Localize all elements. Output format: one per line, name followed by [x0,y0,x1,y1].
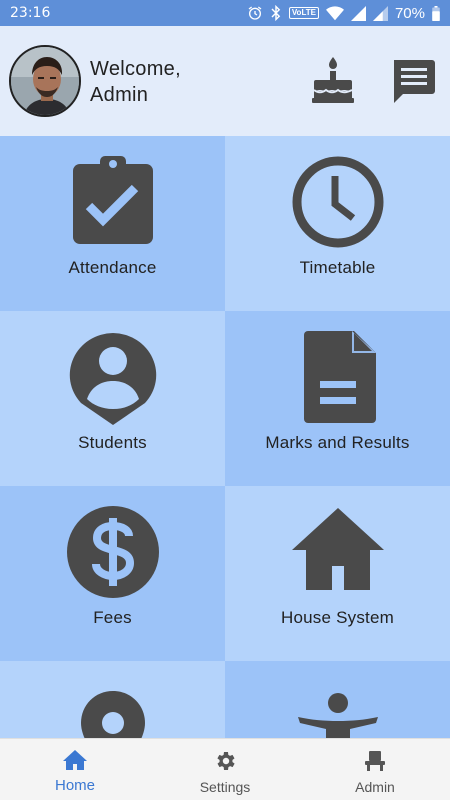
tile-label: Marks and Results [265,433,410,452]
nav-admin[interactable]: Admin [300,739,450,800]
tile-students[interactable]: Students [0,311,225,486]
nav-label: Settings [199,779,251,795]
header: Welcome, Admin [0,26,450,136]
nav-label: Home [54,777,95,794]
clock-icon [292,156,383,248]
welcome-text: Welcome, Admin [90,56,181,108]
welcome-username: Admin [90,84,149,106]
welcome-greeting: Welcome, [90,58,181,80]
tile-attendance[interactable]: Attendance [0,136,225,311]
signal-icon-2 [372,5,388,21]
account-pin-icon [69,333,156,425]
alarm-icon [248,6,262,20]
status-bar: 23:16 VoLTE 70% [0,0,450,26]
home-icon [291,508,384,590]
wifi-icon [325,5,344,20]
birthday-cake-icon [312,57,354,103]
bluetooth-icon [271,5,281,21]
message-icon [394,60,435,103]
tile-label: Timetable [299,258,376,277]
admin-chair-icon [365,751,385,771]
clipboard-check-icon [72,156,153,244]
avatar[interactable] [9,45,81,117]
status-time: 23:16 [10,5,51,21]
tile-label: Students [78,433,147,452]
module-grid: Attendance Timetable Students Marks and … [0,136,450,800]
tile-fees[interactable]: Fees [0,486,225,661]
signal-icon [350,5,366,21]
tile-label: Attendance [68,258,157,277]
tile-label: House System [281,608,394,627]
tile-label: Fees [93,608,132,627]
tile-marks-and-results[interactable]: Marks and Results [225,311,450,486]
gear-icon [217,752,235,770]
document-icon [303,331,376,423]
nav-settings[interactable]: Settings [150,739,300,800]
nav-home[interactable]: Home [0,739,150,800]
home-icon [63,750,87,770]
battery-icon [432,5,440,21]
status-icons: VoLTE 70% [247,5,440,22]
nav-label: Admin [355,779,395,795]
dollar-circle-icon [66,506,159,598]
bottom-nav: Home Settings Admin [0,738,450,800]
messages-button[interactable] [388,54,438,106]
battery-percent: 70% [394,4,425,22]
volte-badge: VoLTE [288,7,319,19]
birthday-button[interactable] [308,54,358,106]
tile-timetable[interactable]: Timetable [225,136,450,311]
tile-house-system[interactable]: House System [225,486,450,661]
